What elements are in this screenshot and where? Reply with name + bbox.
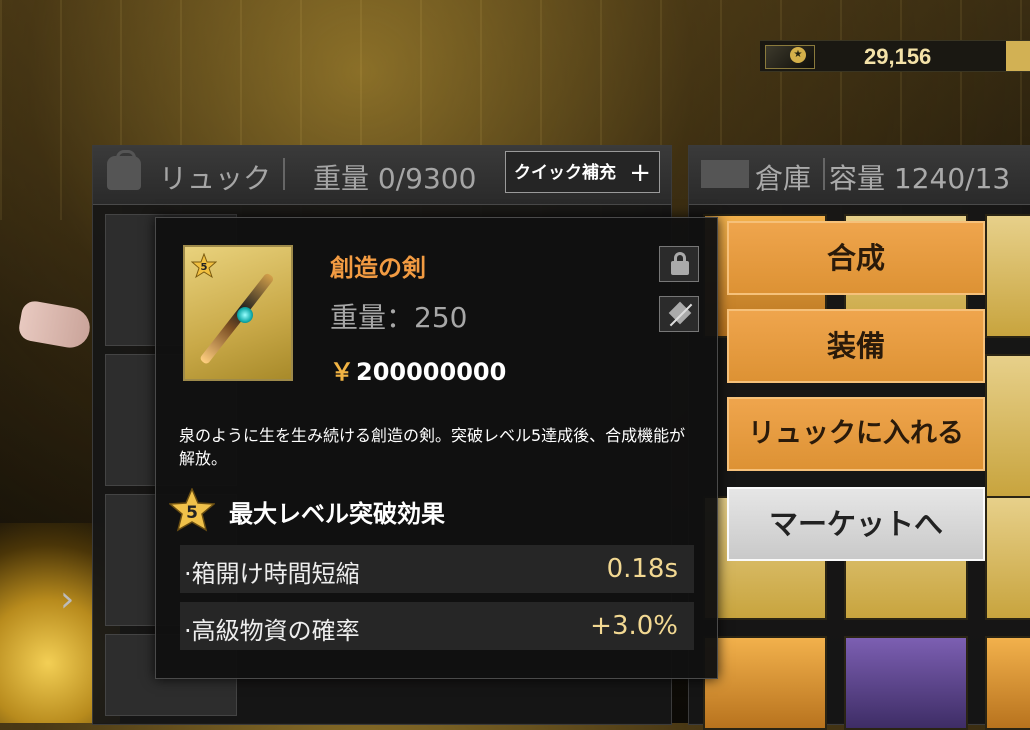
storage-item-slot[interactable] xyxy=(985,496,1030,620)
item-thumbnail: 5 xyxy=(183,245,293,381)
backpack-icon xyxy=(107,150,141,190)
effect-value: +3.0% xyxy=(590,611,678,641)
effect-row: ·高級物資の確率 +3.0% xyxy=(180,602,694,650)
sword-icon xyxy=(199,272,275,366)
effect-label: ·高級物資の確率 xyxy=(184,617,360,645)
quick-refill-button[interactable]: クイック補充 + xyxy=(505,151,660,193)
storage-item-slot[interactable] xyxy=(985,354,1030,498)
max-level-header: 5 最大レベル突破効果 xyxy=(169,488,589,532)
item-rarity: 5 xyxy=(201,262,208,273)
currency-add-tab[interactable] xyxy=(1006,41,1030,71)
storage-item-slot[interactable] xyxy=(703,636,827,730)
level-star-icon: 5 xyxy=(169,488,215,532)
item-price: ￥200000000 xyxy=(330,352,506,387)
plus-icon: + xyxy=(629,158,651,188)
backpack-header: リュック 重量 0/9300 クイック補充 + xyxy=(93,146,671,205)
storage-capacity: 容量 1240/13 xyxy=(829,162,1011,195)
chevron-right-icon[interactable]: › xyxy=(60,580,90,620)
backpack-weight: 重量 0/9300 xyxy=(313,162,477,195)
item-detail-popup: 5 創造の剣 重量：250 ￥200000000 泉のように生を生み続ける創造の… xyxy=(155,217,718,679)
quick-refill-label: クイック補充 xyxy=(514,163,616,183)
coin-icon: ★ xyxy=(790,47,806,63)
header-divider xyxy=(823,158,825,190)
storage-item-slot[interactable] xyxy=(844,636,968,730)
item-weight: 重量：250 xyxy=(330,301,468,334)
max-level-title: 最大レベル突破効果 xyxy=(229,500,445,528)
header-divider xyxy=(283,158,285,190)
max-level-badge: 5 xyxy=(186,503,198,523)
storage-item-slot[interactable] xyxy=(985,214,1030,338)
item-description: 泉のように生を生み続ける創造の剣。突破レベル5達成後、合成機能が解放。 xyxy=(179,426,686,468)
character-hand xyxy=(17,299,93,351)
add-to-backpack-button[interactable]: リュックに入れる xyxy=(727,397,985,471)
currency-display: ★ 29,156 xyxy=(760,40,1030,72)
yen-icon: ￥ xyxy=(330,358,354,386)
effect-value: 0.18s xyxy=(606,554,678,584)
item-name: 創造の剣 xyxy=(330,254,426,282)
storage-item-slot[interactable] xyxy=(985,636,1030,730)
item-price-value: 200000000 xyxy=(356,358,507,386)
lock-button[interactable] xyxy=(659,246,699,282)
boxes-icon xyxy=(701,160,749,188)
effect-label: ·箱開け時間短縮 xyxy=(184,560,360,588)
effect-row: ·箱開け時間短縮 0.18s xyxy=(180,545,694,593)
craft-button[interactable]: 合成 xyxy=(727,221,985,295)
storage-title: 倉庫 xyxy=(755,162,812,195)
backpack-title: リュック xyxy=(159,162,272,195)
storage-header: 倉庫 容量 1240/13 xyxy=(689,146,1030,205)
star-icon: 5 xyxy=(191,253,217,279)
currency-amount: 29,156 xyxy=(864,44,932,69)
go-to-market-button[interactable]: マーケットへ xyxy=(727,487,985,561)
equip-button[interactable]: 装備 xyxy=(727,309,985,383)
unpin-button[interactable] xyxy=(659,296,699,332)
gem-icon xyxy=(237,307,253,323)
